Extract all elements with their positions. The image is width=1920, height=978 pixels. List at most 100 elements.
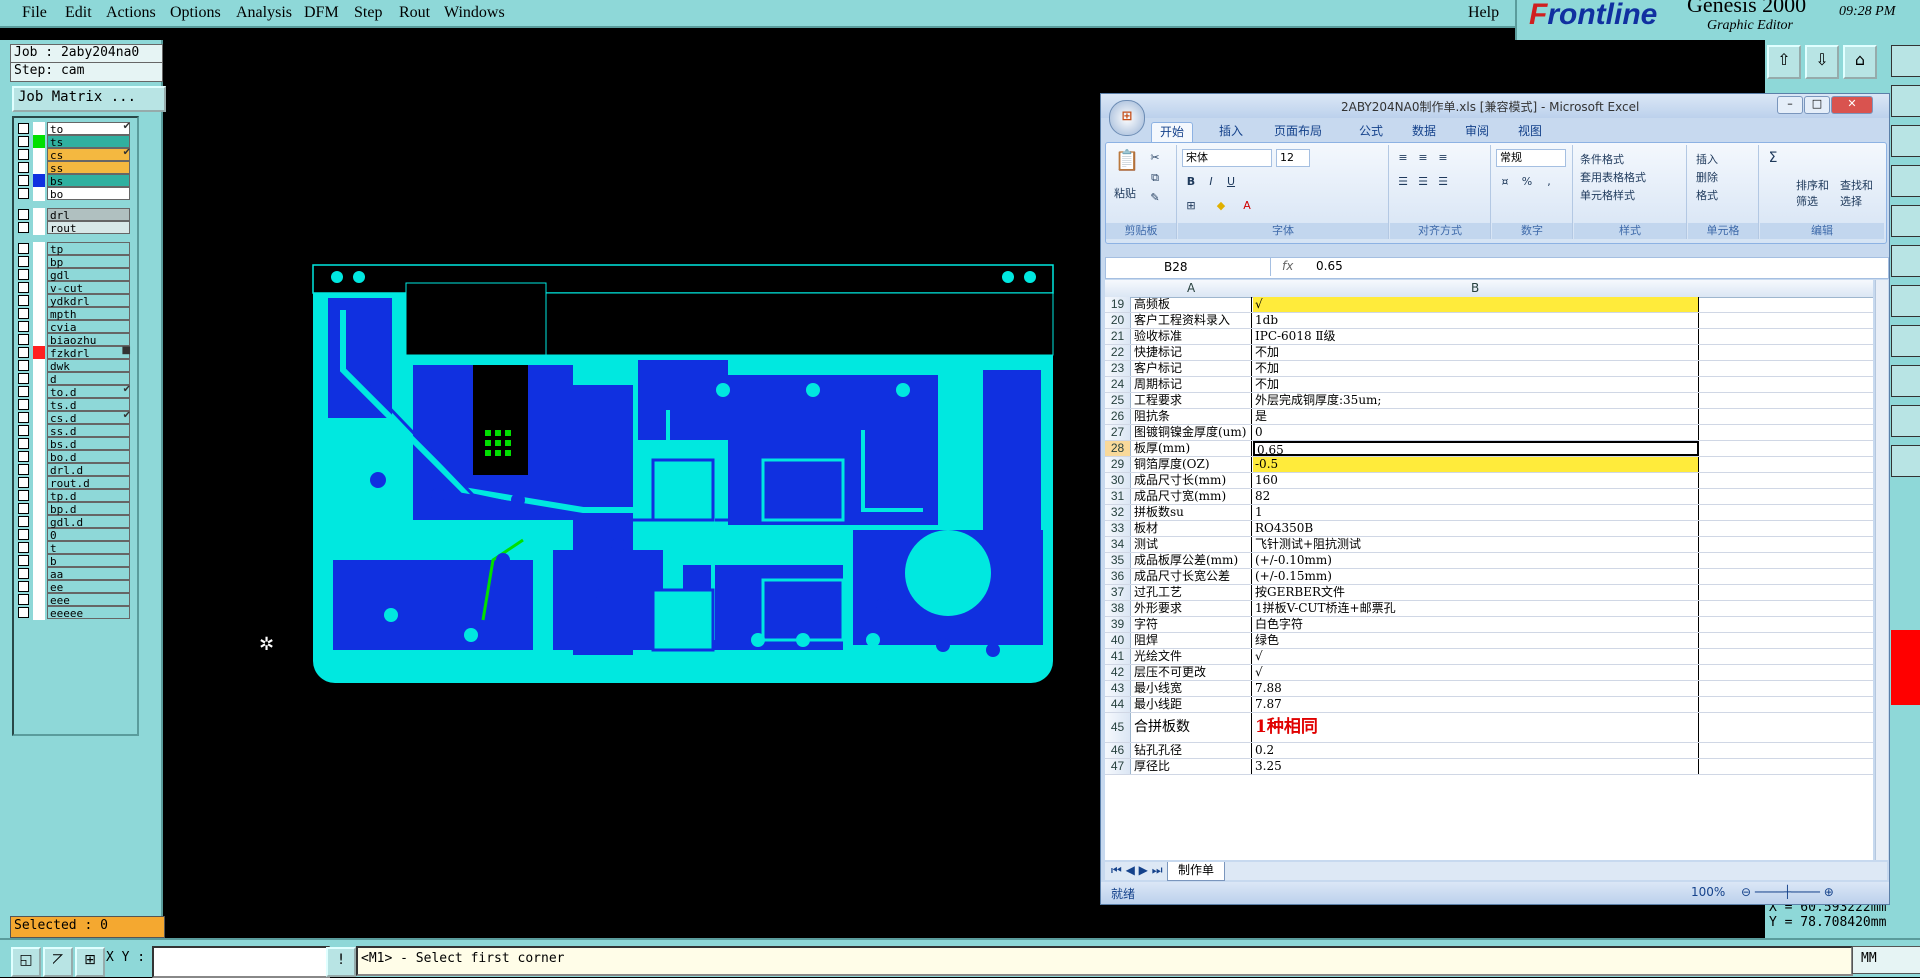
cell-b[interactable]: -0.5 — [1253, 457, 1699, 472]
conditional-format-button[interactable]: 条件格式 — [1580, 151, 1624, 167]
layer-checkbox[interactable] — [18, 149, 29, 160]
row-number[interactable]: 27 — [1105, 425, 1131, 440]
row-number[interactable]: 23 — [1105, 361, 1131, 376]
layer-row[interactable]: aa — [16, 567, 133, 581]
layer-row[interactable]: eee — [16, 593, 133, 607]
cell-a[interactable]: 工程要求 — [1132, 393, 1252, 408]
cell-a[interactable]: 成品尺寸长宽公差 — [1132, 569, 1252, 584]
row-number[interactable]: 19 — [1105, 297, 1131, 312]
row-number[interactable]: 45 — [1105, 713, 1131, 742]
cell-a[interactable]: 图镀铜镍金厚度(um) — [1132, 425, 1252, 440]
xy-input[interactable] — [152, 946, 330, 978]
row-number[interactable]: 42 — [1105, 665, 1131, 680]
cell-a[interactable]: 成品尺寸宽(mm) — [1132, 489, 1252, 504]
layer-color-swatch[interactable] — [33, 320, 45, 334]
layer-checkbox[interactable] — [18, 425, 29, 436]
tab-home[interactable]: 开始 — [1151, 122, 1194, 143]
menu-rout[interactable]: Rout — [399, 4, 430, 22]
tab-formulas[interactable]: 公式 — [1351, 122, 1391, 142]
layer-name[interactable]: aa — [47, 567, 130, 581]
layer-row[interactable]: 0 — [16, 528, 133, 542]
cell-b[interactable]: 不加 — [1253, 361, 1699, 376]
layer-checkbox[interactable] — [18, 269, 29, 280]
cell-b[interactable]: (+/-0.15mm) — [1253, 569, 1699, 584]
snap-icon[interactable]: ⊞ — [75, 947, 105, 977]
row-number[interactable]: 32 — [1105, 505, 1131, 520]
layer-checkbox[interactable] — [18, 123, 29, 134]
layer-name[interactable]: ydkdrl — [47, 294, 130, 308]
minimize-icon[interactable]: – — [1777, 96, 1803, 114]
layer-name[interactable]: biaozhu — [47, 333, 130, 347]
layer-row[interactable]: drl.d — [16, 463, 133, 477]
cell-b[interactable]: 1拼板V-CUT桥连+邮票孔 — [1253, 601, 1699, 616]
cell-a[interactable]: 高频板 — [1132, 297, 1252, 312]
layer-color-swatch[interactable] — [33, 580, 45, 594]
cell-b[interactable]: 不加 — [1253, 345, 1699, 360]
tab-page-layout[interactable]: 页面布局 — [1266, 122, 1330, 142]
cell-a[interactable]: 快捷标记 — [1132, 345, 1252, 360]
layer-name[interactable]: fzkdrl — [47, 346, 130, 360]
row-number[interactable]: 29 — [1105, 457, 1131, 472]
row-number[interactable]: 20 — [1105, 313, 1131, 328]
layer-color-swatch[interactable] — [33, 606, 45, 620]
row-number[interactable]: 28 — [1105, 441, 1131, 456]
row-number[interactable]: 26 — [1105, 409, 1131, 424]
row-number[interactable]: 33 — [1105, 521, 1131, 536]
cell-b[interactable]: 7.87 — [1253, 697, 1699, 712]
open-icon[interactable]: ⇧ — [1767, 45, 1801, 79]
row-number[interactable]: 37 — [1105, 585, 1131, 600]
layer-name[interactable]: tp.d — [47, 489, 130, 503]
info-icon[interactable]: ! — [326, 947, 356, 977]
cell-a[interactable]: 板厚(mm) — [1132, 441, 1252, 456]
layer-checkbox[interactable] — [18, 188, 29, 199]
layer-name[interactable]: dwk — [47, 359, 130, 373]
layer-row[interactable]: rout — [16, 221, 133, 235]
align-left-icon[interactable]: ☰ — [1394, 173, 1412, 191]
delete-cells-button[interactable]: 删除 — [1696, 169, 1718, 185]
layer-color-swatch[interactable] — [33, 208, 45, 222]
format-cells-button[interactable]: 格式 — [1696, 187, 1718, 203]
menu-analysis[interactable]: Analysis — [236, 4, 292, 22]
layer-name[interactable]: rout — [47, 221, 130, 235]
row-number[interactable]: 22 — [1105, 345, 1131, 360]
cell-a[interactable]: 合拼板数 — [1132, 713, 1252, 742]
cell-b[interactable]: √ — [1253, 297, 1699, 312]
layer-row[interactable]: bp — [16, 255, 133, 269]
layer-name[interactable]: cvia — [47, 320, 130, 334]
tab-insert[interactable]: 插入 — [1211, 122, 1251, 142]
layer-checkbox[interactable] — [18, 334, 29, 345]
tool-icon-6[interactable] — [1891, 285, 1920, 317]
layer-row[interactable]: ss — [16, 161, 133, 175]
paste-label[interactable]: 粘贴 — [1114, 185, 1136, 201]
layer-color-swatch[interactable] — [33, 268, 45, 282]
layer-row[interactable]: bs.d — [16, 437, 133, 451]
cut-icon[interactable]: ✂ — [1146, 149, 1164, 167]
layer-row[interactable]: ydkdrl — [16, 294, 133, 308]
cell-a[interactable]: 钻孔孔径 — [1132, 743, 1252, 758]
layer-name[interactable]: ss — [47, 161, 130, 175]
layer-checkbox[interactable] — [18, 162, 29, 173]
tool-icon-5[interactable] — [1891, 245, 1920, 277]
layer-row[interactable]: bp.d — [16, 502, 133, 516]
layer-checkbox[interactable] — [18, 209, 29, 220]
zoom-icon[interactable]: ◱ — [11, 947, 41, 977]
vertical-scrollbar[interactable] — [1875, 280, 1888, 860]
layer-checkbox[interactable] — [18, 136, 29, 147]
layer-checkbox[interactable] — [18, 503, 29, 514]
home-icon[interactable]: ⌂ — [1843, 45, 1877, 79]
tool-icon-1[interactable] — [1891, 45, 1920, 77]
layer-name[interactable]: 0 — [47, 528, 130, 542]
layer-row[interactable]: cs ✔ — [16, 147, 133, 162]
layer-name[interactable]: to.d — [47, 385, 130, 399]
layer-color-swatch[interactable] — [33, 148, 45, 162]
cell-a[interactable]: 厚径比 — [1132, 759, 1252, 774]
comma-icon[interactable]: , — [1540, 173, 1558, 191]
layer-color-swatch[interactable] — [33, 255, 45, 269]
cell-b[interactable]: 1 — [1253, 505, 1699, 520]
layer-name[interactable]: gdl — [47, 268, 130, 282]
layer-name[interactable]: bs — [47, 174, 130, 188]
layer-checkbox[interactable] — [18, 360, 29, 371]
menu-windows[interactable]: Windows — [444, 4, 505, 22]
cell-b[interactable]: 3.25 — [1253, 759, 1699, 774]
layer-checkbox[interactable] — [18, 607, 29, 618]
